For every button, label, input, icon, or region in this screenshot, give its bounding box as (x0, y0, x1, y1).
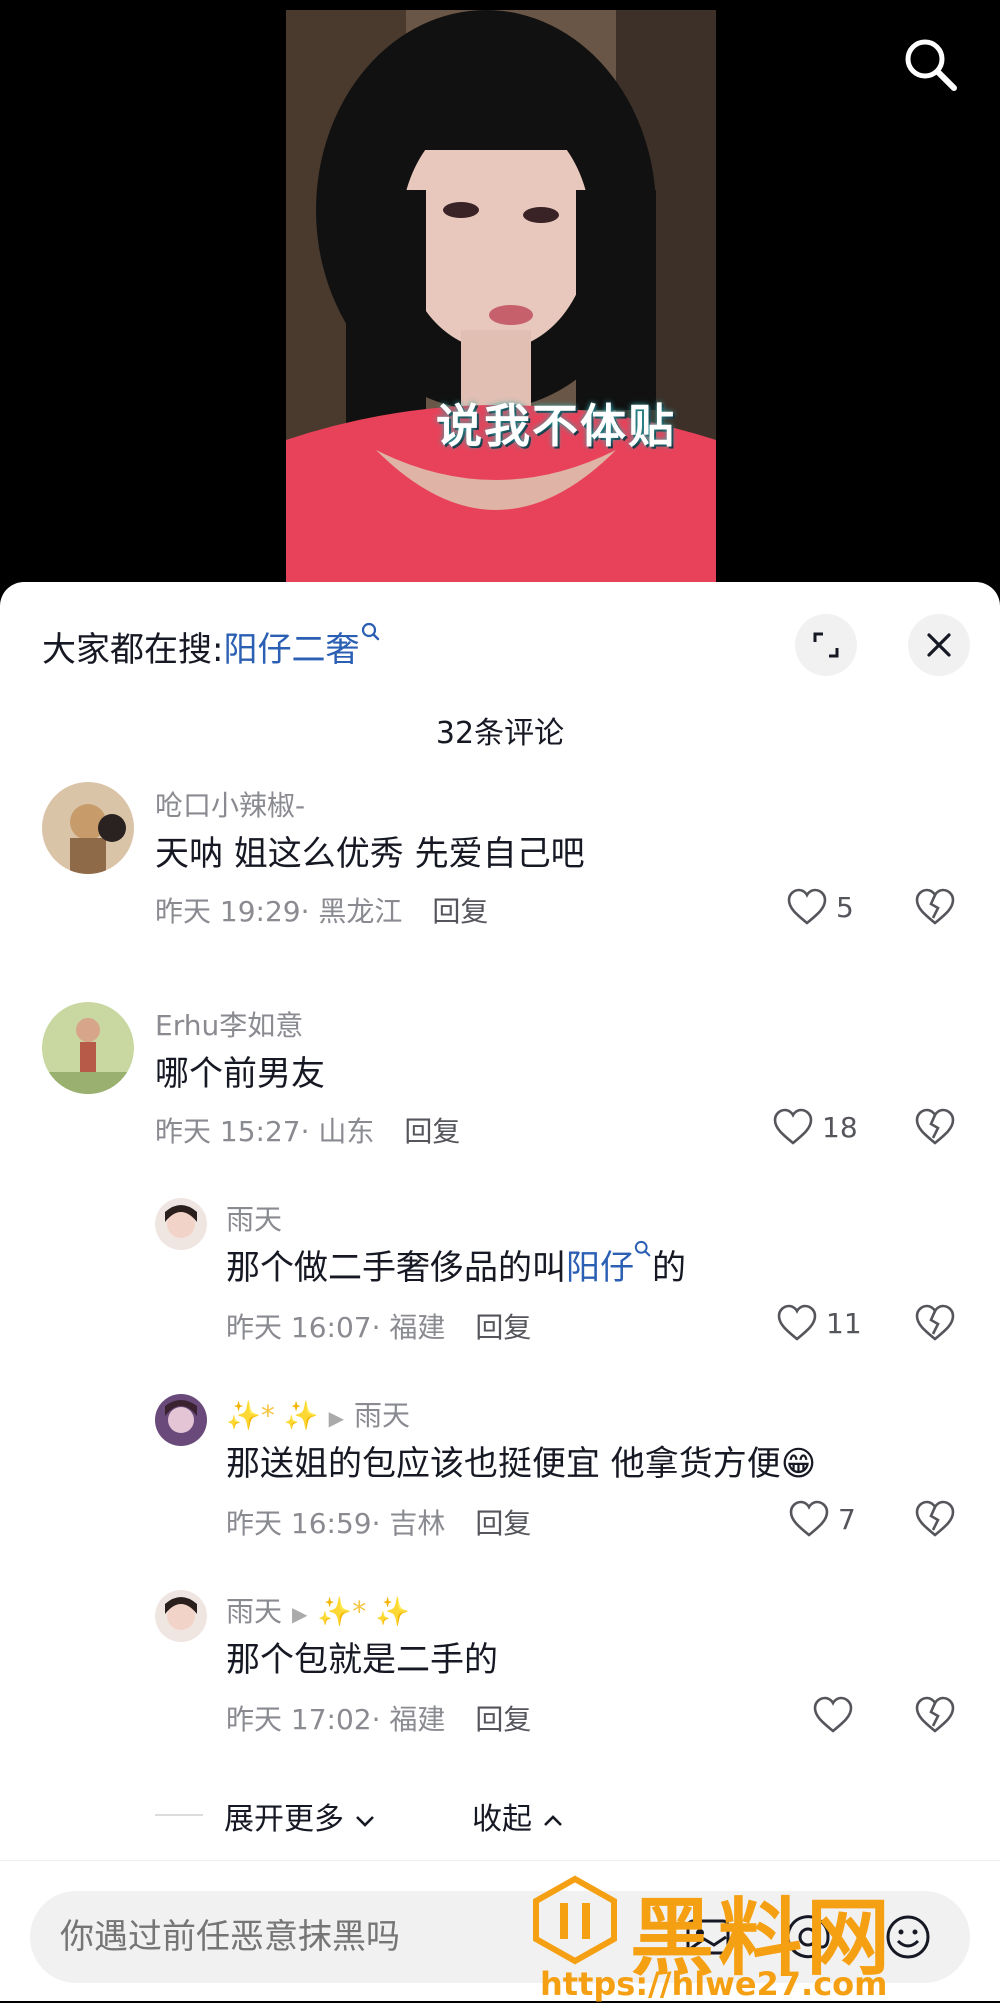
close-button[interactable] (908, 614, 970, 676)
chevron-down-icon (355, 1816, 374, 1827)
comment-meta: 昨天 19:29· 黑龙江 回复 (155, 895, 489, 928)
hot-search-label: 大家都在搜: (42, 630, 224, 670)
reply-arrow-icon: ▶ (292, 1602, 308, 1626)
reply-button[interactable]: 回复 (475, 1311, 531, 1344)
reply-text[interactable]: 那个做二手奢侈品的叫阳仔的 (226, 1240, 686, 1289)
dislike-button[interactable] (914, 1500, 956, 1542)
comment-meta: 昨天 15:27· 山东 回复 (155, 1115, 461, 1148)
broken-heart-icon (915, 1108, 955, 1145)
reply-to-username[interactable]: 雨天 (354, 1399, 410, 1432)
close-icon (927, 633, 951, 657)
heart-icon (813, 1696, 853, 1733)
expand-more-button[interactable]: 展开更多 (224, 1794, 376, 1838)
video-thumbnail (286, 10, 716, 600)
fullscreen-button[interactable] (795, 614, 857, 676)
comment-time: 昨天 19:29 (155, 895, 301, 928)
broken-heart-icon (915, 1304, 955, 1341)
reply-username-line: 雨天 ▶ ✨* ✨ (226, 1590, 410, 1630)
dislike-button[interactable] (914, 888, 956, 930)
reply-button[interactable]: 回复 (404, 1115, 460, 1148)
reply-username-line: ✨* ✨ ▶ 雨天 (226, 1394, 410, 1434)
like-button[interactable] (812, 1696, 862, 1734)
comment-region: 福建 (389, 1311, 446, 1344)
reply-username[interactable]: ✨* ✨ (226, 1399, 319, 1432)
comment-text[interactable]: 哪个前男友 (155, 1046, 325, 1095)
reply-username[interactable]: 雨天 (226, 1595, 282, 1628)
like-button[interactable]: 18 (772, 1108, 858, 1146)
collapse-button[interactable]: 收起 (472, 1794, 564, 1838)
divider (155, 1814, 203, 1816)
like-count: 5 (836, 890, 854, 924)
comment-text[interactable]: 天呐 姐这么优秀 先爱自己吧 (155, 826, 585, 875)
video-subtitle: 说我不体贴 (436, 399, 676, 453)
emoji-icon[interactable] (880, 1909, 936, 1965)
reply-text[interactable]: 那送姐的包应该也挺便宜 他拿货方便😁 (226, 1436, 816, 1485)
comment-time: 昨天 15:27 (155, 1115, 301, 1148)
reply-text[interactable]: 那个包就是二手的 (226, 1632, 498, 1681)
reply-meta: 昨天 16:07· 福建 回复 (226, 1311, 532, 1344)
heart-icon (777, 1304, 817, 1341)
reply-arrow-icon: ▶ (328, 1406, 345, 1430)
hot-search-bar: 大家都在搜:阳仔二奢 (42, 622, 381, 671)
comment-region: 吉林 (389, 1507, 446, 1540)
keyword-search-icon (362, 622, 380, 641)
heart-icon (789, 1500, 829, 1537)
dislike-button[interactable] (914, 1696, 956, 1738)
mention-icon[interactable] (780, 1909, 836, 1965)
avatar[interactable] (42, 1002, 134, 1094)
like-count: 7 (838, 1502, 856, 1536)
reply-username[interactable]: 雨天 (226, 1198, 282, 1238)
like-button[interactable]: 5 (786, 888, 854, 926)
comment-sheet-header: 大家都在搜:阳仔二奢 32条评论 (0, 582, 1000, 762)
comment-sheet: 大家都在搜:阳仔二奢 32条评论 呛口小辣椒- 天呐 姐这么优秀 先爱自己吧 昨… (0, 582, 1000, 2003)
reply-button[interactable]: 回复 (475, 1507, 531, 1540)
comment-username[interactable]: Erhu李如意 (155, 1004, 303, 1044)
comment-time: 昨天 17:02 (226, 1703, 372, 1736)
heart-icon (787, 888, 827, 925)
like-button[interactable]: 7 (788, 1500, 856, 1538)
reply-keyword-link[interactable]: 阳仔 (566, 1248, 634, 1288)
broken-heart-icon (915, 888, 955, 925)
reply-button[interactable]: 回复 (475, 1703, 531, 1736)
avatar[interactable] (42, 782, 134, 874)
comment-time: 昨天 16:59 (226, 1507, 372, 1540)
video-player[interactable]: 说我不体贴 (0, 0, 1000, 600)
comment-region: 黑龙江 (318, 895, 403, 928)
comment-time: 昨天 16:07 (226, 1311, 372, 1344)
comment-input-bar: 黑料网 https://hlwe27.com (0, 1860, 1000, 2003)
reply-meta: 昨天 16:59· 吉林 回复 (226, 1507, 532, 1540)
avatar[interactable] (155, 1394, 207, 1446)
keyword-search-icon (634, 1240, 651, 1257)
comment-count: 32条评论 (435, 716, 565, 751)
broken-heart-icon (915, 1696, 955, 1733)
reply-to-username[interactable]: ✨* ✨ (317, 1595, 410, 1628)
avatar[interactable] (155, 1590, 207, 1642)
expand-icon (813, 632, 839, 658)
reply-meta: 昨天 17:02· 福建 回复 (226, 1703, 532, 1736)
chevron-up-icon (543, 1815, 562, 1826)
dislike-button[interactable] (914, 1108, 956, 1150)
comment-username[interactable]: 呛口小辣椒- (155, 784, 305, 824)
reply-button[interactable]: 回复 (432, 895, 488, 928)
broken-heart-icon (915, 1500, 955, 1537)
like-count: 11 (826, 1306, 862, 1340)
heart-icon (773, 1108, 813, 1145)
comment-region: 山东 (318, 1115, 375, 1148)
video-frame[interactable]: 说我不体贴 (286, 10, 716, 600)
replies-toggle-row: 展开更多 收起 (0, 1792, 1000, 1842)
hot-search-keyword[interactable]: 阳仔二奢 (223, 630, 359, 670)
comment-region: 福建 (389, 1703, 446, 1736)
dislike-button[interactable] (914, 1304, 956, 1346)
avatar[interactable] (155, 1198, 207, 1250)
search-icon[interactable] (900, 34, 960, 94)
like-count: 18 (822, 1110, 858, 1144)
like-button[interactable]: 11 (776, 1304, 862, 1342)
image-icon[interactable] (680, 1909, 736, 1965)
